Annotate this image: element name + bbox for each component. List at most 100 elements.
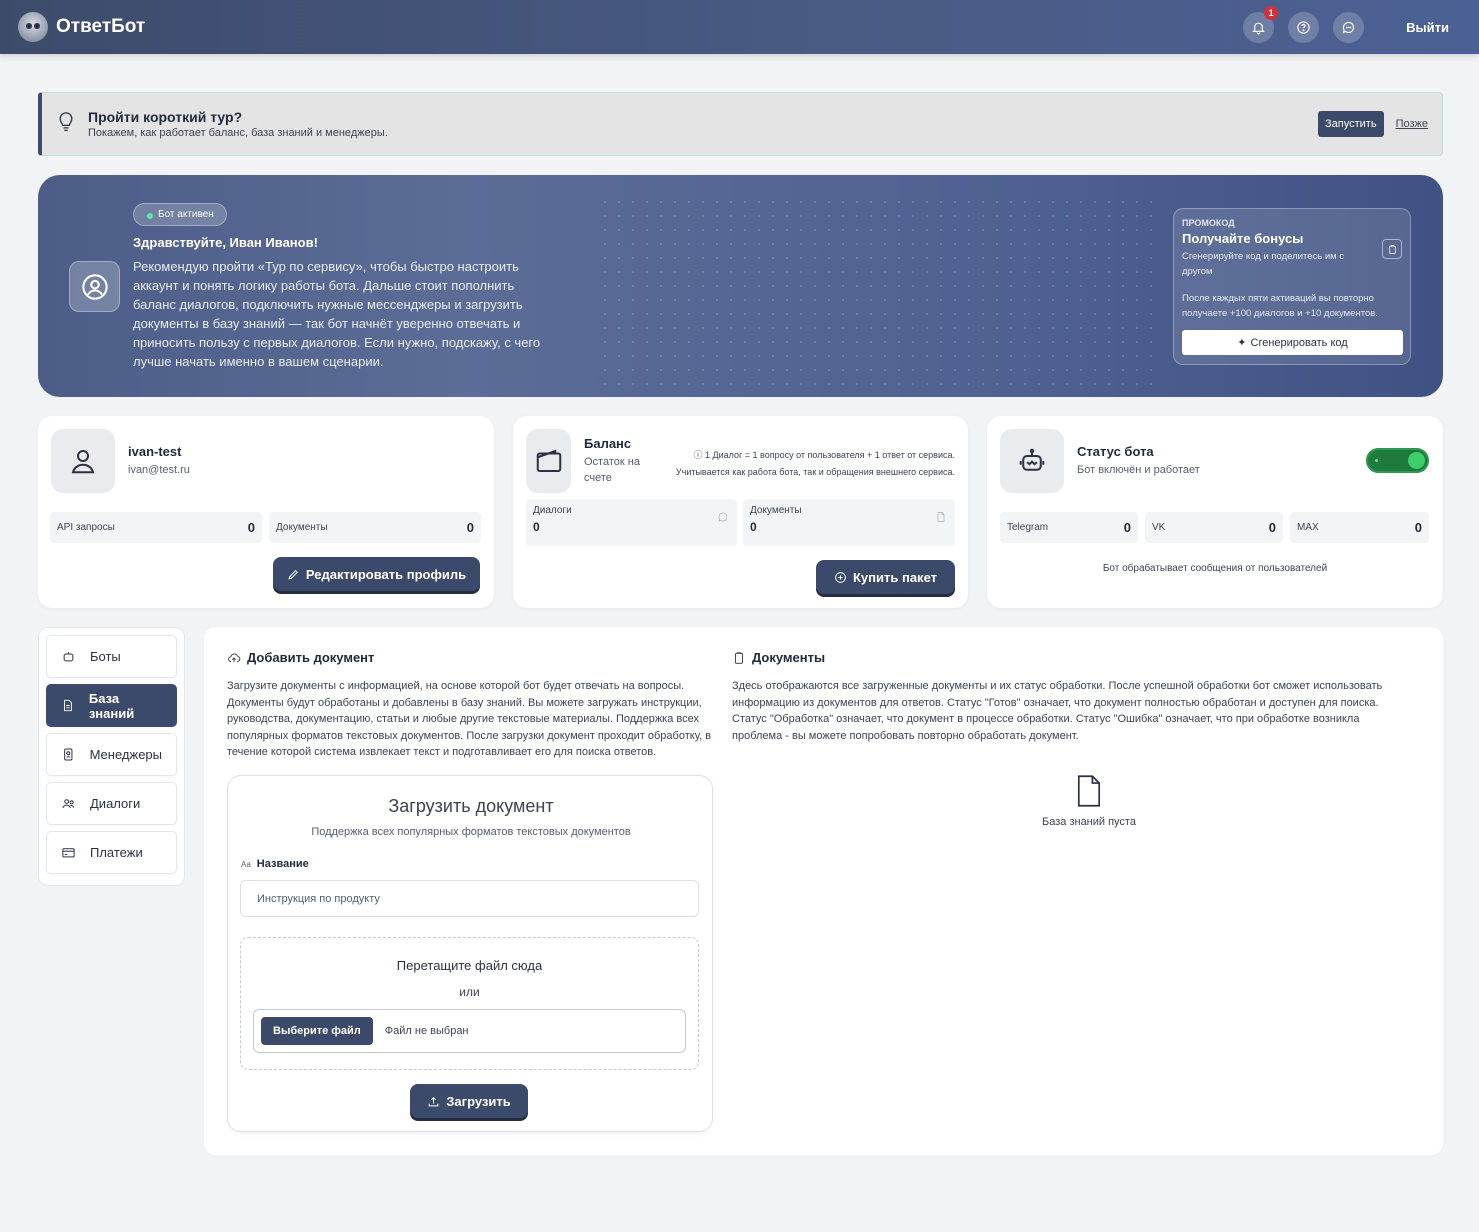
- robot-logo-icon: [18, 12, 48, 42]
- edit-profile-button[interactable]: Редактировать профиль: [273, 557, 480, 591]
- add-document-description: Загрузите документы с информацией, на ос…: [227, 680, 712, 758]
- app-logo[interactable]: ОтветБот: [18, 12, 145, 42]
- notifications-button[interactable]: 1: [1243, 5, 1279, 43]
- add-document-title: Добавить документ: [227, 650, 374, 665]
- stat-value: 0: [466, 520, 474, 535]
- cloud-upload-icon: [228, 653, 241, 662]
- empty-state-text: База знаний пуста: [1042, 816, 1136, 828]
- bot-status-note: Бот обрабатывает сообщения от пользовате…: [1102, 563, 1328, 574]
- generate-code-button[interactable]: ✦ Сгенерировать код: [1182, 330, 1403, 355]
- balance-dialogs-label: Диалоги: [533, 505, 572, 516]
- balance-note-dialog: ⓘ 1 Диалог = 1 вопросу от пользователя +…: [693, 450, 956, 460]
- profile-card: ivan-test ivan@test.ru API запросы 0 Док…: [38, 416, 494, 608]
- stat-label: Документы: [276, 522, 328, 533]
- promo-subtitle: Сгенерируйте код и поделитесь им с друго…: [1182, 251, 1345, 277]
- wallet-icon: [536, 449, 561, 472]
- sidebar-item-label: База знаний: [88, 690, 135, 721]
- stat-label: MAX: [1297, 522, 1319, 533]
- pencil-icon: [288, 569, 298, 580]
- help-button[interactable]: [1288, 11, 1320, 43]
- stat-api-requests: API запросы 0: [50, 512, 262, 543]
- choose-file-button[interactable]: Выберите файл: [261, 1017, 373, 1045]
- stat-value: 0: [247, 520, 255, 535]
- sidebar-item-payments[interactable]: Платежи: [46, 831, 177, 874]
- sidebar-item-knowledge-base[interactable]: База знаний: [46, 684, 177, 727]
- notifications-badge: 1: [1264, 5, 1279, 20]
- user-avatar: [69, 261, 120, 312]
- knowledge-base-panel: Добавить документ Загрузите документы с …: [204, 627, 1443, 1155]
- lightbulb-icon: [56, 111, 76, 138]
- file-dropzone[interactable]: Перетащите файл сюда или Выберите файл Ф…: [240, 937, 699, 1070]
- balance-documents-value: 0: [750, 520, 757, 534]
- upload-title: Загрузить документ: [388, 796, 554, 816]
- bot-enabled-toggle[interactable]: [1366, 448, 1429, 473]
- edit-profile-label: Редактировать профиль: [305, 566, 467, 582]
- balance-dialogs-value: 0: [533, 520, 540, 534]
- robot-icon: [63, 652, 74, 662]
- app-name: ОтветБот: [56, 16, 146, 37]
- drop-text: Перетащите файл сюда: [396, 958, 543, 973]
- profile-avatar: [51, 429, 115, 493]
- balance-dialogs: Диалоги 0: [526, 499, 737, 546]
- later-link[interactable]: Позже: [1396, 118, 1428, 130]
- user-icon: [71, 450, 95, 474]
- bot-status-subtitle: Бот включён и работает: [1077, 464, 1200, 476]
- document-name-input[interactable]: [240, 880, 699, 917]
- file-input[interactable]: Выберите файл Файл не выбран: [253, 1009, 686, 1053]
- start-tour-button[interactable]: Запустить: [1318, 111, 1384, 137]
- documents-empty-state: База знаний пуста: [1029, 774, 1149, 828]
- sidebar-nav: Боты База знаний Менеджеры Диалоги Плате…: [38, 627, 185, 886]
- buy-package-button[interactable]: Купить пакет: [816, 560, 955, 594]
- sidebar-item-dialogs[interactable]: Диалоги: [46, 782, 177, 825]
- balance-subtitle: Остаток на счете: [584, 456, 640, 484]
- promo-description: После каждых пяти активаций вы повторно …: [1182, 293, 1378, 319]
- promo-card: ПРОМОКОД Получайте бонусы Сгенерируйте к…: [1173, 208, 1411, 365]
- tour-subtitle: Покажем, как работает баланс, база знани…: [88, 127, 388, 139]
- stat-telegram: Telegram 0: [1000, 512, 1138, 543]
- bot-status-pill: Бот активен: [133, 203, 227, 226]
- upload-button-label: Загрузить: [446, 1093, 511, 1109]
- sidebar-item-label: Диалоги: [90, 796, 141, 811]
- chat-button[interactable]: [1333, 11, 1365, 43]
- balance-card: Баланс Остаток на счете ⓘ 1 Диалог = 1 в…: [513, 416, 968, 608]
- logout-button[interactable]: Выйти: [1406, 20, 1449, 35]
- chat-icon: [1342, 21, 1355, 34]
- text-size-icon: Aa: [241, 859, 251, 869]
- stat-value: 0: [1123, 520, 1131, 535]
- upload-subtitle: Поддержка всех популярных форматов текст…: [311, 826, 631, 838]
- no-file-text: Файл не выбран: [384, 1025, 469, 1037]
- profile-email: ivan@test.ru: [128, 464, 190, 476]
- stat-vk: VK 0: [1145, 512, 1283, 543]
- user-circle-icon: [81, 273, 108, 300]
- balance-documents-label: Документы: [750, 505, 802, 516]
- sidebar-item-label: Платежи: [90, 845, 143, 860]
- profile-username: ivan-test: [128, 444, 182, 459]
- upload-button[interactable]: Загрузить: [410, 1084, 528, 1118]
- stat-label: API запросы: [57, 522, 115, 533]
- welcome-hero: Бот активен Здравствуйте, Иван Иванов! Р…: [38, 175, 1443, 397]
- greeting: Здравствуйте, Иван Иванов!: [133, 235, 318, 250]
- robot-icon: [1019, 448, 1045, 471]
- bot-status-card: Статус бота Бот включён и работает Teleg…: [987, 416, 1443, 608]
- name-field-label: Aa Название: [241, 858, 309, 870]
- top-bar: ОтветБот 1 Выйти: [0, 0, 1479, 54]
- balance-title: Баланс: [584, 436, 632, 451]
- tour-banner: Пройти короткий тур? Покажем, как работа…: [38, 92, 1443, 156]
- balance-note-usage: Учитывается как работа бота, так и обращ…: [675, 467, 955, 477]
- buy-package-label: Купить пакет: [853, 569, 937, 585]
- documents-description: Здесь отображаются все загруженные докум…: [732, 680, 1383, 742]
- sidebar-item-managers[interactable]: Менеджеры: [46, 733, 177, 776]
- copy-icon[interactable]: [1382, 239, 1402, 259]
- stat-value: 0: [1268, 520, 1276, 535]
- stat-label: VK: [1152, 522, 1166, 533]
- documents-title-text: Документы: [752, 650, 826, 665]
- dot-pattern: [598, 195, 1158, 385]
- clipboard-icon: [735, 651, 743, 664]
- stat-documents: Документы 0: [269, 512, 481, 543]
- promo-title: Получайте бонусы: [1182, 231, 1304, 246]
- assistant-message: Рекомендую пройти «Тур по сервису», чтоб…: [133, 259, 541, 369]
- sidebar-item-bots[interactable]: Боты: [46, 635, 177, 678]
- tour-title: Пройти короткий тур?: [88, 109, 243, 125]
- or-text: или: [459, 985, 480, 999]
- upload-form: Загрузить документ Поддержка всех популя…: [227, 775, 713, 1132]
